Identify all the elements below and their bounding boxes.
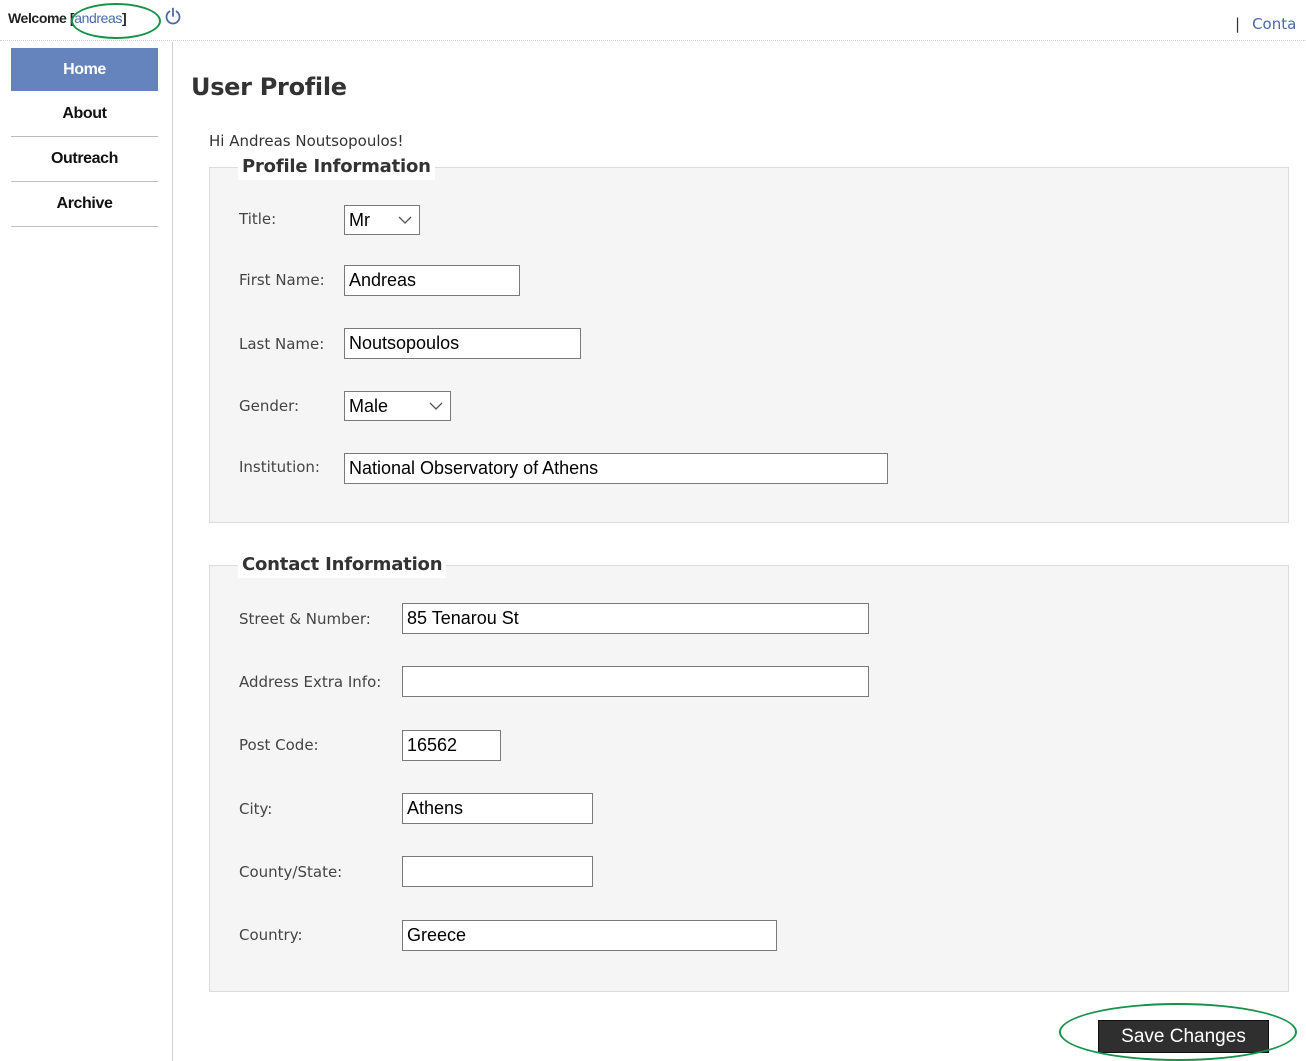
last-name-input[interactable]: Noutsopoulos: [344, 328, 581, 359]
bracket-close: ]: [121, 10, 127, 26]
top-bar: Welcome [andreas] | Conta: [0, 0, 1306, 41]
contact-information-legend: Contact Information: [238, 552, 447, 578]
street-input[interactable]: 85 Tenarou St: [402, 603, 869, 634]
page-title: User Profile: [191, 73, 347, 101]
nav-separator: |: [1235, 15, 1241, 33]
greeting-text: Hi Andreas Noutsopoulos!: [209, 132, 404, 150]
street-label: Street & Number:: [239, 610, 371, 628]
city-label: City:: [239, 800, 273, 818]
title-label: Title:: [239, 210, 277, 228]
username-link[interactable]: andreas: [74, 10, 122, 26]
gender-select[interactable]: Male: [344, 391, 451, 421]
power-icon[interactable]: [163, 6, 183, 26]
sidebar-item-archive[interactable]: Archive: [11, 182, 158, 227]
welcome-label: Welcome: [8, 10, 67, 26]
sidebar-item-about[interactable]: About: [11, 92, 158, 137]
title-select[interactable]: Mr: [344, 205, 420, 235]
profile-information-panel: Profile Information Title: Mr First Name…: [209, 154, 1289, 523]
top-right-links: | Conta: [1235, 15, 1296, 33]
address-extra-input[interactable]: [402, 666, 869, 697]
sidebar-nav: Home About Outreach Archive: [11, 48, 158, 227]
save-changes-button[interactable]: Save Changes: [1098, 1020, 1269, 1053]
contact-link[interactable]: Conta: [1252, 15, 1296, 33]
first-name-label: First Name:: [239, 271, 325, 289]
institution-input[interactable]: National Observatory of Athens: [344, 453, 888, 484]
profile-information-legend: Profile Information: [238, 154, 435, 180]
gender-label: Gender:: [239, 397, 300, 415]
county-state-label: County/State:: [239, 863, 343, 881]
country-input[interactable]: Greece: [402, 920, 777, 951]
institution-label: Institution:: [239, 458, 320, 476]
title-select-value: Mr: [349, 210, 370, 230]
post-code-label: Post Code:: [239, 736, 319, 754]
county-state-input[interactable]: [402, 856, 593, 887]
country-label: Country:: [239, 926, 303, 944]
post-code-input[interactable]: 16562: [402, 730, 501, 761]
first-name-input[interactable]: Andreas: [344, 265, 520, 296]
chevron-down-icon: [398, 216, 412, 224]
welcome-text: Welcome [andreas]: [8, 10, 127, 26]
city-input[interactable]: Athens: [402, 793, 593, 824]
contact-information-panel: Contact Information Street & Number: 85 …: [209, 552, 1289, 992]
last-name-label: Last Name:: [239, 335, 325, 353]
sidebar-item-outreach[interactable]: Outreach: [11, 137, 158, 182]
chevron-down-icon: [429, 402, 443, 410]
address-extra-label: Address Extra Info:: [239, 673, 382, 691]
sidebar-item-home[interactable]: Home: [11, 48, 158, 91]
sidebar-divider: [172, 42, 173, 1061]
gender-select-value: Male: [349, 396, 389, 416]
